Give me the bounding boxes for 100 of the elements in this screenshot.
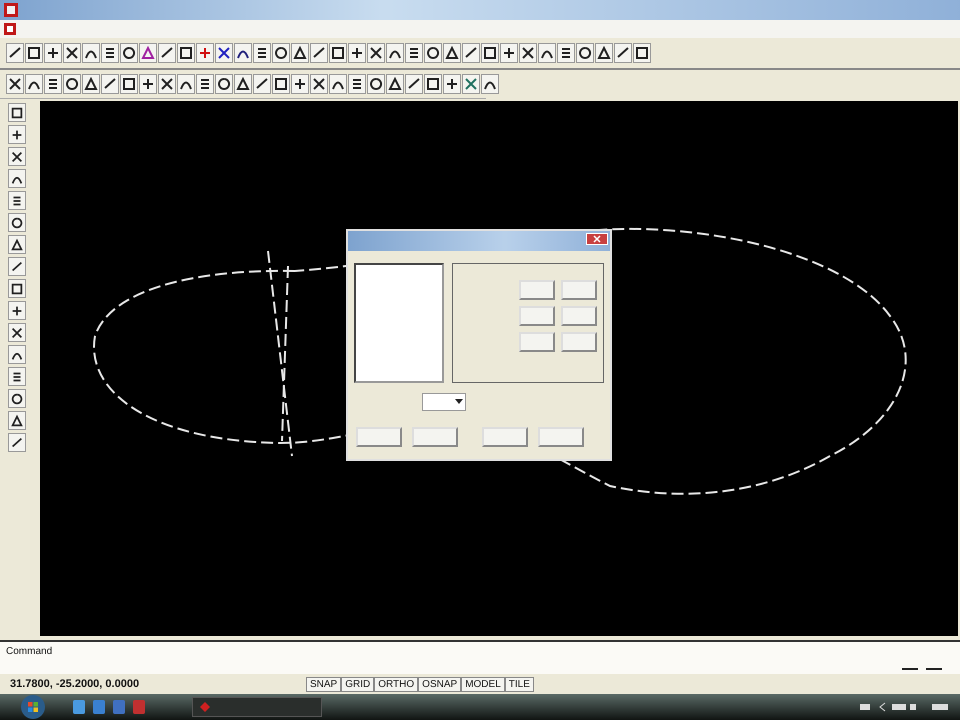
- toolbar-button[interactable]: [8, 301, 26, 320]
- dialog-button[interactable]: [482, 427, 528, 447]
- toolbar-button[interactable]: [82, 43, 100, 63]
- toolbar-button[interactable]: [329, 74, 347, 94]
- toolbar-button[interactable]: [101, 43, 119, 63]
- toolbar-button[interactable]: [405, 43, 423, 63]
- toolbar-button[interactable]: [8, 323, 26, 342]
- toolbar-button[interactable]: [196, 74, 214, 94]
- small-button[interactable]: [519, 280, 555, 300]
- toolbar-button[interactable]: [8, 213, 26, 232]
- app-icon: [199, 701, 211, 713]
- toolbar-button[interactable]: [6, 74, 24, 94]
- dialog-button[interactable]: [412, 427, 458, 447]
- small-button[interactable]: [561, 280, 597, 300]
- toolbar-button[interactable]: [6, 43, 24, 63]
- toolbar-button[interactable]: [557, 43, 575, 63]
- toolbar-button[interactable]: [348, 43, 366, 63]
- toolbar-button[interactable]: [215, 74, 233, 94]
- toolbar-button[interactable]: [120, 74, 138, 94]
- toolbar-button[interactable]: [462, 43, 480, 63]
- toolbar-button[interactable]: [614, 43, 632, 63]
- toolbar-button[interactable]: [25, 43, 43, 63]
- toolbar-button[interactable]: [82, 74, 100, 94]
- toolbar-button[interactable]: [8, 367, 26, 386]
- toolbar-button[interactable]: [234, 74, 252, 94]
- toolbar-button[interactable]: [8, 257, 26, 276]
- toolbar-button[interactable]: [386, 43, 404, 63]
- toolbar-button[interactable]: [63, 74, 81, 94]
- toolbar-button[interactable]: [310, 74, 328, 94]
- small-button[interactable]: [519, 332, 555, 352]
- toolbar-button[interactable]: [215, 43, 233, 63]
- toolbar-button[interactable]: [443, 74, 461, 94]
- start-orb-icon[interactable]: [20, 694, 46, 720]
- quick-launch-icon[interactable]: [132, 699, 146, 715]
- toolbar-button[interactable]: [576, 43, 594, 63]
- toolbar-button[interactable]: [25, 74, 43, 94]
- toolbar-button[interactable]: [8, 147, 26, 166]
- toolbar-button[interactable]: [8, 411, 26, 430]
- toolbar-button[interactable]: [595, 43, 613, 63]
- toolbar-button[interactable]: [500, 43, 518, 63]
- toolbar-button[interactable]: [8, 125, 26, 144]
- toolbar-button[interactable]: [63, 43, 81, 63]
- toolbar-button[interactable]: [272, 74, 290, 94]
- toolbar-button[interactable]: [386, 74, 404, 94]
- toolbar-button[interactable]: [481, 74, 499, 94]
- toolbar-button[interactable]: [8, 345, 26, 364]
- plus-icon: [45, 45, 61, 61]
- toolbar-button[interactable]: [158, 43, 176, 63]
- toolbar-button[interactable]: [348, 74, 366, 94]
- status-toggle[interactable]: GRID: [341, 676, 374, 692]
- toolbar-button[interactable]: [253, 74, 271, 94]
- toolbar-button[interactable]: [44, 43, 62, 63]
- quick-launch-icon[interactable]: [92, 699, 106, 715]
- toolbar-button[interactable]: [519, 43, 537, 63]
- toolbar-button[interactable]: [291, 43, 309, 63]
- toolbar-button[interactable]: [177, 74, 195, 94]
- toolbar-button[interactable]: [120, 43, 138, 63]
- status-toggle[interactable]: OSNAP: [418, 676, 462, 692]
- toolbar-button[interactable]: [101, 74, 119, 94]
- toolbar-button[interactable]: [8, 279, 26, 298]
- toolbar-button[interactable]: [291, 74, 309, 94]
- status-toggle[interactable]: MODEL: [461, 676, 505, 692]
- quick-launch-icon[interactable]: [112, 699, 126, 715]
- status-toggle[interactable]: TILE: [504, 676, 534, 692]
- quick-launch-icon[interactable]: [72, 699, 86, 715]
- toolbar-button[interactable]: [481, 43, 499, 63]
- toolbar-button[interactable]: [158, 74, 176, 94]
- status-toggle[interactable]: ORTHO: [374, 676, 418, 692]
- small-button[interactable]: [561, 306, 597, 326]
- toolbar-button[interactable]: [272, 43, 290, 63]
- toolbar-button[interactable]: [177, 43, 195, 63]
- toolbar-button[interactable]: [424, 74, 442, 94]
- toolbar-button[interactable]: [405, 74, 423, 94]
- small-button[interactable]: [519, 306, 555, 326]
- toolbar-button[interactable]: [8, 235, 26, 254]
- plus-icon: [444, 76, 460, 92]
- status-toggle[interactable]: SNAP: [306, 676, 342, 692]
- toolbar-button[interactable]: [367, 43, 385, 63]
- toolbar-button[interactable]: [443, 43, 461, 63]
- dialog-button[interactable]: [356, 427, 402, 447]
- small-button[interactable]: [561, 332, 597, 352]
- toolbar-button[interactable]: [44, 74, 62, 94]
- toolbar-button[interactable]: [8, 389, 26, 408]
- toolbar-button[interactable]: [234, 43, 252, 63]
- toolbar-button[interactable]: [310, 43, 328, 63]
- close-button[interactable]: [586, 233, 608, 245]
- dialog-button[interactable]: [538, 427, 584, 447]
- toolbar-button[interactable]: [8, 433, 26, 452]
- toolbar-button[interactable]: [367, 74, 385, 94]
- toolbar-button[interactable]: [8, 169, 26, 188]
- toolbar-button[interactable]: [538, 43, 556, 63]
- toolbar-button[interactable]: [424, 43, 442, 63]
- toolbar-button[interactable]: [633, 43, 651, 63]
- toolbar-button[interactable]: [139, 74, 157, 94]
- toolbar-button[interactable]: [253, 43, 271, 63]
- toolbar-button[interactable]: [8, 103, 26, 122]
- list-box[interactable]: [354, 263, 444, 383]
- toolbar-button[interactable]: [8, 191, 26, 210]
- toolbar-button[interactable]: [329, 43, 347, 63]
- dropdown[interactable]: [422, 393, 466, 411]
